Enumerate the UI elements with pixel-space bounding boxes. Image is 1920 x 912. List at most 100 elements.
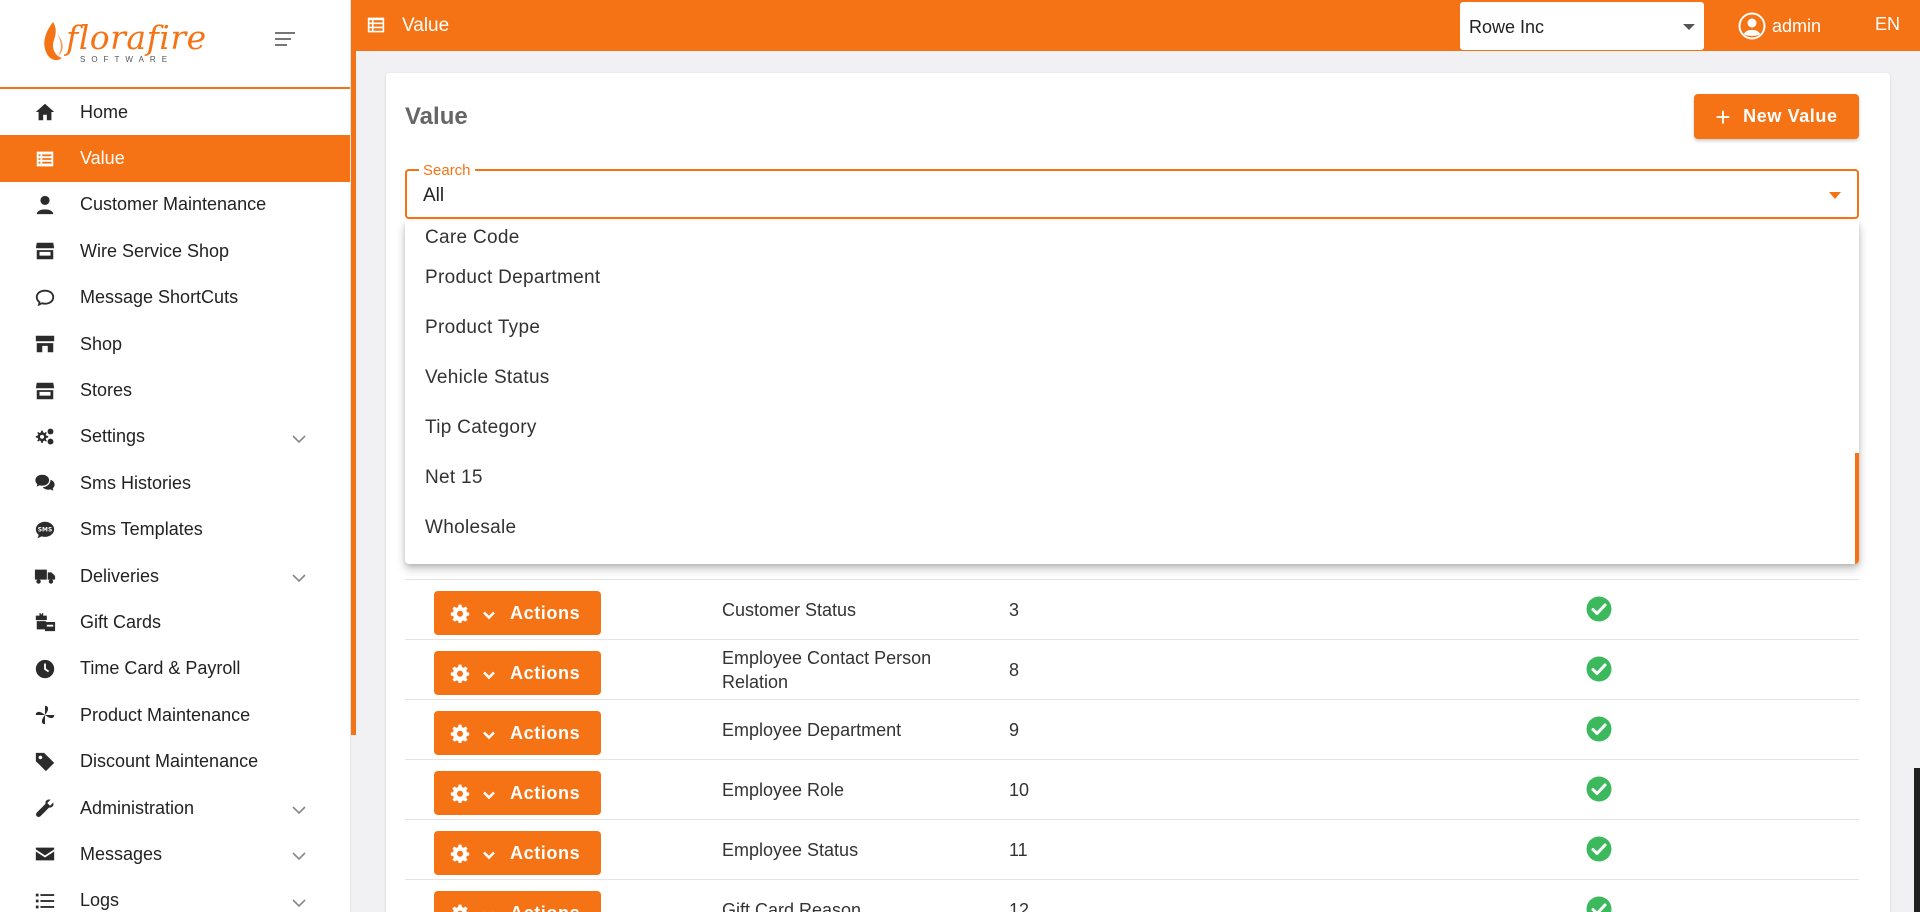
value-name: Gift Card Reason [722, 899, 862, 912]
value-name: Employee Role [722, 779, 845, 800]
search-label: Search [419, 162, 475, 179]
value-number: 11 [1009, 840, 1028, 860]
sidebar-item-label: Discount Maintenance [80, 751, 259, 772]
sidebar-item-message-shortcuts[interactable]: Message ShortCuts [0, 275, 350, 321]
pinwheel-icon [32, 704, 58, 726]
value-number: 3 [1009, 600, 1020, 620]
value-number: 9 [1009, 720, 1020, 740]
chevron-down-icon [482, 666, 496, 680]
list-ul-icon [32, 890, 58, 912]
new-value-button[interactable]: + New Value [1694, 94, 1859, 139]
sidebar-item-label: Home [80, 101, 129, 122]
tag-icon [32, 751, 58, 773]
page-title: Value [405, 103, 468, 130]
search-value: All [423, 185, 445, 206]
sidebar-item-administration[interactable]: Administration [0, 785, 350, 831]
sidebar-scrollbar[interactable] [351, 0, 356, 735]
actions-button[interactable]: Actions [434, 831, 601, 875]
sidebar-item-label: Sms Templates [80, 519, 203, 540]
home-icon [32, 101, 58, 123]
company-select[interactable]: Rowe Inc [1460, 2, 1704, 50]
sidebar-item-wire-service-shop[interactable]: Wire Service Shop [0, 228, 350, 274]
actions-button[interactable]: Actions [434, 711, 601, 755]
dropdown-option[interactable]: Product Type [425, 317, 540, 339]
sidebar-item-discount-maintenance[interactable]: Discount Maintenance [0, 738, 350, 784]
wrench-icon [32, 797, 58, 819]
sidebar-item-label: Wire Service Shop [80, 240, 230, 261]
sidebar-item-value[interactable]: Value [0, 135, 350, 182]
dropdown-option[interactable]: Care Code [425, 227, 520, 249]
company-select-value: Rowe Inc [1469, 17, 1545, 37]
value-number: 8 [1009, 660, 1020, 680]
menu-toggle-icon[interactable] [275, 32, 299, 52]
chevron-down-icon [482, 906, 496, 912]
sidebar-item-customer-maintenance[interactable]: Customer Maintenance [0, 182, 350, 228]
gears-icon [32, 426, 58, 448]
store-icon [32, 240, 58, 262]
dropdown-option[interactable]: Wholesale [425, 517, 516, 539]
sidebar-item-gift-cards[interactable]: Gift Cards [0, 599, 350, 645]
sidebar-item-messages[interactable]: Messages [0, 831, 350, 877]
flame-icon [44, 22, 63, 61]
dropdown-scrollbar[interactable] [1855, 453, 1859, 564]
sidebar-item-settings[interactable]: Settings [0, 414, 350, 460]
sidebar-item-label: Administration [80, 797, 195, 818]
sidebar-item-label: Deliveries [80, 565, 160, 586]
language-switch[interactable]: EN [1875, 14, 1900, 35]
chat-icon [32, 287, 58, 309]
actions-button[interactable]: Actions [434, 771, 601, 815]
sidebar-item-stores[interactable]: Stores [0, 367, 350, 413]
store-icon [32, 380, 58, 402]
actions-button[interactable]: Actions [434, 891, 601, 912]
table-row: Actions Employee Department 9 [405, 699, 1859, 759]
dropdown-option[interactable]: Net 15 [425, 467, 483, 489]
sidebar-item-sms-templates[interactable]: SMS Sms Templates [0, 507, 350, 553]
dropdown-option[interactable]: Product Department [425, 267, 600, 289]
chevron-down-icon [482, 846, 496, 860]
value-name: Employee Department [722, 719, 902, 740]
actions-label: Actions [510, 662, 581, 683]
truck-icon [32, 565, 58, 587]
search-select[interactable]: Search All [405, 162, 1859, 219]
sidebar-item-deliveries[interactable]: Deliveries [0, 553, 350, 599]
table-row: Actions Employee Contact Person Relation 8 [405, 639, 1859, 699]
dropdown-option[interactable]: Tip Category [425, 417, 537, 439]
sidebar-item-sms-histories[interactable]: Sms Histories [0, 460, 350, 506]
list-icon [366, 16, 386, 34]
sidebar-item-product-maintenance[interactable]: Product Maintenance [0, 692, 350, 738]
sidebar: florafire SOFTWARE Home Value Customer M… [0, 0, 351, 912]
sidebar-item-logs[interactable]: Logs [0, 878, 350, 912]
gear-icon [450, 783, 470, 803]
user-icon [32, 194, 58, 216]
logo-subtitle: SOFTWARE [80, 55, 174, 64]
gear-icon [450, 723, 470, 743]
sidebar-item-label: Gift Cards [80, 611, 162, 632]
sidebar-item-label: Value [80, 148, 125, 169]
logo-area: florafire SOFTWARE [0, 0, 350, 89]
user-name: admin [1772, 15, 1822, 36]
chevron-down-icon [292, 894, 306, 908]
plus-icon: + [1715, 101, 1732, 132]
shop-icon [32, 333, 58, 355]
sidebar-item-home[interactable]: Home [0, 89, 350, 135]
actions-button[interactable]: Actions [434, 651, 601, 695]
window-edge-scrollbar[interactable] [1914, 768, 1920, 912]
dropdown-option[interactable]: Vehicle Status [425, 367, 550, 389]
svg-text:SMS: SMS [38, 526, 52, 533]
sidebar-item-time-card-payroll[interactable]: Time Card & Payroll [0, 646, 350, 692]
sidebar-item-label: Time Card & Payroll [80, 658, 241, 679]
sidebar-item-label: Shop [80, 333, 123, 354]
table-row: Actions Employee Status 11 [405, 819, 1859, 879]
search-dropdown-menu: Care Code Product Department Product Typ… [405, 221, 1859, 564]
value-name: Customer Status [722, 599, 857, 620]
sidebar-item-label: Message ShortCuts [80, 287, 239, 308]
sidebar-item-label: Messages [80, 843, 163, 864]
brand-logo[interactable]: florafire SOFTWARE [40, 18, 206, 72]
gift-card-icon [32, 611, 58, 633]
actions-button[interactable]: Actions [434, 591, 601, 635]
sidebar-item-shop[interactable]: Shop [0, 321, 350, 367]
chevron-down-icon [292, 847, 306, 861]
user-menu[interactable]: admin [1738, 12, 1821, 40]
actions-label: Actions [510, 602, 581, 623]
chevron-down-icon [482, 606, 496, 620]
